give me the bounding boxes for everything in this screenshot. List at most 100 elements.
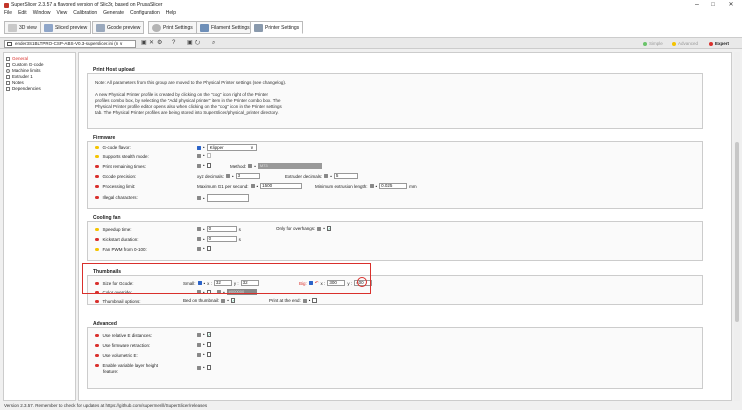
general-icon — [6, 56, 10, 61]
variable-layer-height-checkbox[interactable] — [206, 365, 212, 370]
print-host-text-line: tab. The Physical Printer profiles are b… — [95, 110, 279, 115]
bullet-icon: • — [308, 298, 311, 303]
firmware-retraction-control: • — [197, 342, 212, 347]
scrollbar-thumb[interactable] — [735, 142, 739, 322]
bullet-icon: • — [203, 236, 205, 242]
lock-icon[interactable] — [197, 246, 201, 251]
print-end-checkbox[interactable] — [312, 298, 317, 303]
lock-icon[interactable] — [250, 184, 255, 188]
kickstart-input[interactable]: 0 — [206, 236, 237, 242]
min-extrusion-input[interactable]: 0.025 — [379, 183, 408, 189]
tab-gcode-preview[interactable]: Gcode preview — [92, 21, 145, 34]
minimize-button[interactable]: – — [690, 1, 704, 9]
help-icon[interactable]: ? — [172, 39, 175, 48]
sidebar-item-general[interactable]: General — [6, 56, 28, 61]
lock-icon[interactable] — [197, 342, 201, 347]
extruder-decimals-label: Extruder decimals: — [285, 173, 323, 179]
extruder-decimals-control: Extruder decimals: • 5 — [285, 173, 358, 179]
relative-e-checkbox[interactable]: ✓ — [206, 332, 212, 337]
row-label: Gcode precision: — [102, 174, 137, 179]
bullet-icon: • — [256, 183, 259, 189]
cog-icon[interactable]: ⚙ — [157, 39, 162, 48]
mode-dot — [95, 227, 99, 232]
fan-pwm-checkbox[interactable] — [206, 246, 212, 251]
print-host-text-line: A new Physical Printer profile is create… — [95, 92, 269, 97]
gear-icon — [152, 23, 161, 32]
printer-profile-select[interactable]: ender3S1BLTPRO-CSP-ABS-V0.3-superslicer.… — [4, 40, 136, 48]
extruder-decimals-input[interactable]: 5 — [333, 173, 358, 179]
illegal-characters-input[interactable] — [206, 194, 249, 202]
print-remaining-checkbox[interactable] — [206, 163, 212, 168]
sidebar-item-dependencies[interactable]: Dependencies — [6, 86, 41, 91]
lock-icon[interactable] — [197, 237, 201, 241]
print-remaining-control: • — [197, 163, 212, 168]
mode-expert[interactable]: Expert — [709, 41, 729, 46]
stealth-mode-checkbox[interactable] — [206, 153, 212, 158]
printer-icon — [7, 42, 12, 46]
method-field[interactable]: M73 — [257, 163, 322, 169]
max-g1-input[interactable]: 1500 — [260, 183, 303, 189]
lock-icon[interactable] — [317, 226, 322, 231]
mode-advanced[interactable]: Advanced — [672, 41, 698, 46]
window-title-text: SuperSlicer 2.3.57 a flavored version of… — [11, 2, 163, 8]
xyz-decimals-control: xyz decimals: • 3 — [197, 173, 260, 179]
menu-window[interactable]: Window — [33, 10, 51, 16]
vertical-scrollbar[interactable] — [734, 52, 740, 401]
sidebar-item-extruder-1[interactable]: Extruder 1 — [6, 74, 33, 79]
bed-thumbnail-checkbox[interactable]: ✓ — [230, 298, 236, 303]
menu-configuration[interactable]: Configuration — [130, 10, 160, 16]
sidebar-item-machine-limits[interactable]: Machine limits — [6, 68, 41, 73]
lock-icon[interactable] — [324, 174, 329, 178]
menu-file[interactable]: File — [4, 10, 12, 16]
row-label: Thumbnail options: — [102, 299, 141, 304]
tab-print-settings[interactable]: Print Settings — [148, 21, 197, 34]
mode-dot — [95, 164, 99, 169]
menu-help[interactable]: Help — [166, 10, 176, 16]
mode-simple[interactable]: Simple — [643, 41, 663, 46]
tab-printer-settings[interactable]: Printer Settings — [250, 21, 304, 34]
min-extrusion-unit: mm — [409, 183, 417, 189]
undo-icon[interactable]: ⭮ — [195, 39, 200, 48]
mode-dot — [95, 184, 99, 189]
tab-sliced-preview[interactable]: Sliced preview — [40, 21, 92, 34]
overhangs-checkbox[interactable]: ✓ — [326, 226, 332, 231]
lock-icon[interactable] — [369, 184, 374, 188]
volumetric-e-checkbox[interactable] — [206, 352, 212, 357]
gcode-flavor-select[interactable]: Klipper ∨ — [206, 144, 257, 151]
row-relative-e: Use relative E distances: — [95, 333, 152, 338]
lock-icon[interactable] — [248, 164, 253, 168]
sidebar-item-notes[interactable]: Notes — [6, 80, 24, 85]
tab-3d-view[interactable]: 3D view — [4, 21, 41, 34]
lock-icon[interactable] — [221, 298, 226, 303]
xyz-decimals-input[interactable]: 3 — [235, 173, 260, 179]
menu-view[interactable]: View — [56, 10, 67, 16]
lock-icon[interactable] — [197, 145, 201, 150]
lock-icon[interactable] — [197, 332, 201, 337]
chevron-down-icon: ∨ — [250, 145, 254, 150]
menu-edit[interactable]: Edit — [18, 10, 27, 16]
maximize-button[interactable]: □ — [706, 1, 720, 9]
row-variable-layer-height: Enable variable layer height — [95, 363, 158, 368]
row-label: Use firmware retraction: — [102, 343, 151, 348]
menu-generate[interactable]: Generate — [103, 10, 124, 16]
lock-icon[interactable] — [197, 196, 201, 200]
menu-calibration[interactable]: Calibration — [73, 10, 97, 16]
lock-icon[interactable] — [197, 365, 201, 370]
firmware-retraction-checkbox[interactable] — [206, 342, 212, 347]
speedup-input[interactable]: 0 — [206, 226, 237, 232]
lock-icon[interactable] — [197, 227, 201, 231]
compare-icon[interactable]: ▣ — [187, 39, 193, 48]
lock-icon[interactable] — [197, 153, 201, 158]
close-button[interactable]: ✕ — [724, 1, 738, 9]
save-icon[interactable]: ▣ — [141, 39, 147, 48]
sidebar-item-custom-gcode[interactable]: Custom G-code — [6, 62, 44, 67]
lock-icon[interactable] — [197, 352, 201, 357]
row-stealth-mode: Supports stealth mode: — [95, 154, 149, 159]
lock-icon[interactable] — [302, 298, 307, 303]
lock-icon[interactable] — [226, 174, 231, 178]
search-icon[interactable]: ⌕ — [212, 39, 215, 48]
delete-icon[interactable]: ✕ — [149, 39, 154, 48]
tab-filament-settings[interactable]: Filament Settings — [196, 21, 254, 34]
lock-icon[interactable] — [197, 163, 201, 168]
custom-gcode-icon — [6, 62, 10, 67]
